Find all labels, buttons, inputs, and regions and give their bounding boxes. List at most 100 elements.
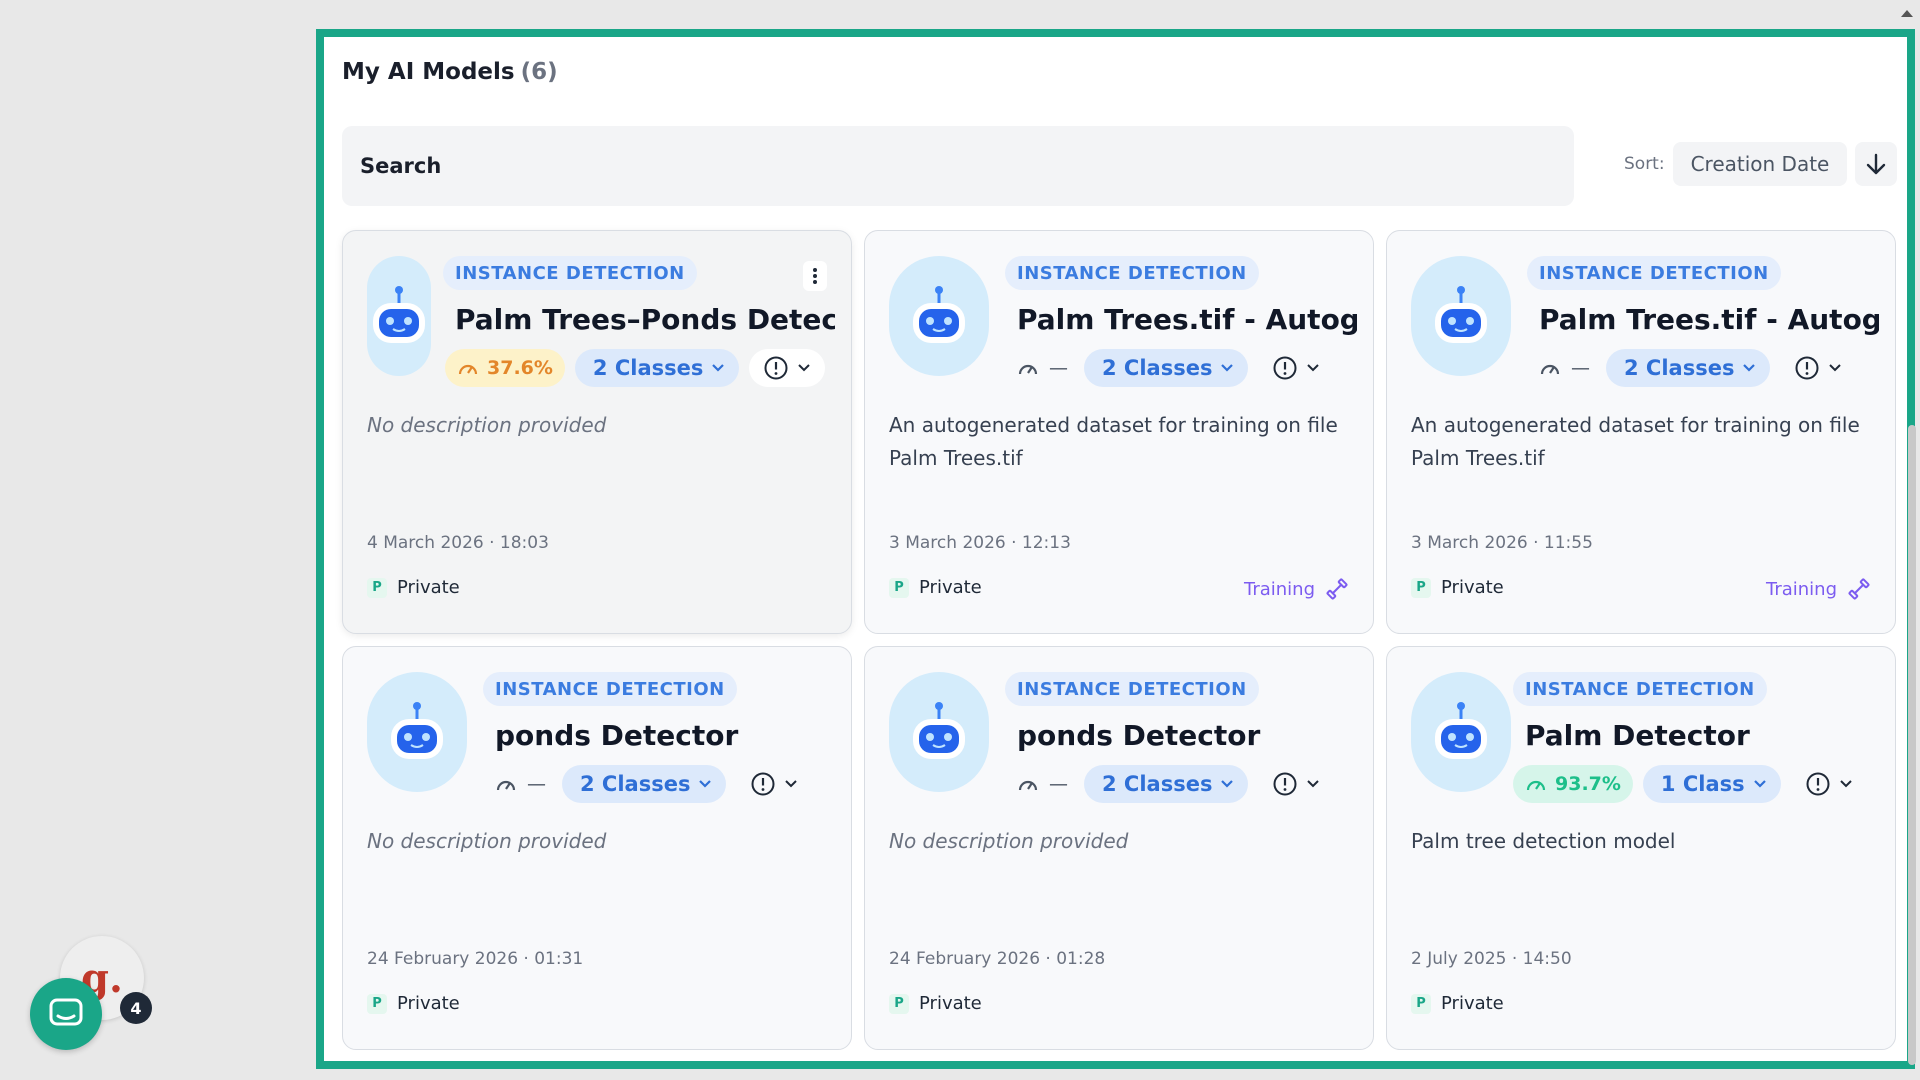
private-icon: P (1411, 577, 1431, 598)
model-description: An autogenerated dataset for training on… (1411, 413, 1860, 470)
chevron-down-icon (1307, 364, 1320, 372)
private-icon: P (889, 577, 909, 598)
model-card[interactable]: INSTANCE DETECTION Palm Detector 93.7% 1… (1386, 646, 1896, 1050)
classes-dropdown[interactable]: 2 Classes (574, 349, 740, 387)
robot-icon (1411, 672, 1511, 792)
model-type-tag: INSTANCE DETECTION (1527, 256, 1781, 290)
model-card[interactable]: INSTANCE DETECTION ponds Detector — 2 Cl… (342, 646, 852, 1050)
page-title-text: My AI Models (342, 59, 515, 85)
accuracy-value: — (527, 773, 546, 795)
model-card[interactable]: INSTANCE DETECTION Palm Trees.tif - Auto… (1386, 230, 1896, 634)
search-input[interactable]: Search (342, 126, 1574, 206)
accuracy-badge: 37.6% (445, 349, 565, 387)
model-card[interactable]: INSTANCE DETECTION ponds Detector — 2 Cl… (864, 646, 1374, 1050)
chevron-down-icon (1307, 780, 1320, 788)
scroll-up-icon[interactable] (1900, 3, 1914, 22)
notification-badge: 4 (120, 992, 152, 1024)
info-dropdown[interactable] (1780, 349, 1856, 387)
models-panel: My AI Models (6) Search Sort: Creation Da… (316, 29, 1915, 1069)
classes-dropdown[interactable]: 2 Classes (1606, 349, 1771, 387)
chevron-down-icon (1829, 364, 1842, 372)
model-name: Palm Trees.tif - Autogene (1539, 303, 1879, 336)
info-dropdown[interactable] (749, 349, 826, 387)
accuracy-value: — (1571, 357, 1590, 379)
model-type-tag: INSTANCE DETECTION (1513, 672, 1767, 706)
privacy-label: Private (1441, 993, 1504, 1014)
training-status: Training (1766, 577, 1871, 601)
privacy-status: P Private (367, 993, 460, 1014)
privacy-label: Private (919, 993, 982, 1014)
info-dropdown[interactable] (1791, 765, 1867, 803)
dumbbell-icon (1326, 578, 1348, 600)
info-icon (1273, 356, 1297, 380)
robot-icon (889, 256, 989, 376)
accuracy-badge: — (1539, 349, 1596, 387)
chevron-down-icon (785, 780, 798, 788)
model-description: No description provided (367, 413, 607, 437)
created-date: 3 March 2026 · 12:13 (889, 533, 1071, 553)
model-name: ponds Detector (1017, 719, 1261, 752)
created-date: 4 March 2026 · 18:03 (367, 533, 549, 553)
chat-icon (49, 998, 83, 1026)
info-dropdown[interactable] (1258, 765, 1334, 803)
model-count: (6) (520, 59, 558, 85)
model-metrics: 93.7% 1 Class (1513, 765, 1867, 803)
classes-label: 2 Classes (1624, 356, 1735, 380)
more-options-icon[interactable] (803, 261, 827, 291)
accuracy-badge: 93.7% (1513, 765, 1633, 803)
accuracy-badge: — (495, 765, 552, 803)
privacy-status: P Private (367, 577, 460, 598)
privacy-label: Private (1441, 577, 1504, 598)
classes-dropdown[interactable]: 2 Classes (1084, 349, 1249, 387)
classes-dropdown[interactable]: 1 Class (1642, 765, 1781, 803)
created-date: 2 July 2025 · 14:50 (1411, 949, 1572, 969)
classes-label: 1 Class (1660, 772, 1745, 796)
model-type-tag: INSTANCE DETECTION (1005, 672, 1259, 706)
info-dropdown[interactable] (736, 765, 812, 803)
classes-dropdown[interactable]: 2 Classes (1084, 765, 1249, 803)
info-dropdown[interactable] (1258, 349, 1334, 387)
accuracy-value: 37.6% (487, 357, 553, 379)
sort-direction-button[interactable] (1855, 142, 1898, 186)
privacy-status: P Private (1411, 577, 1504, 598)
scrollbar-thumb[interactable] (1908, 425, 1916, 1065)
model-name: Palm Trees–Ponds Detector (455, 303, 835, 336)
privacy-label: Private (397, 577, 460, 598)
private-icon: P (1411, 993, 1431, 1014)
private-icon: P (889, 993, 909, 1014)
classes-dropdown[interactable]: 2 Classes (562, 765, 727, 803)
accuracy-value: 93.7% (1555, 773, 1621, 795)
model-card[interactable]: INSTANCE DETECTION Palm Trees.tif - Auto… (864, 230, 1374, 634)
chevron-down-icon (1221, 364, 1234, 372)
accuracy-value: — (1049, 773, 1068, 795)
created-date: 3 March 2026 · 11:55 (1411, 533, 1593, 553)
sort-control: Sort: Creation Date (1624, 142, 1898, 186)
info-icon (1795, 356, 1819, 380)
gauge-icon (1526, 780, 1546, 791)
chevron-down-icon (712, 364, 725, 372)
sort-dropdown[interactable]: Creation Date (1672, 142, 1848, 186)
model-metrics: — 2 Classes (495, 765, 812, 803)
dumbbell-icon (1848, 578, 1870, 600)
gauge-icon (1018, 780, 1038, 791)
classes-label: 2 Classes (580, 772, 691, 796)
accuracy-badge: — (1017, 765, 1074, 803)
sort-label: Sort: (1624, 154, 1665, 174)
model-metrics: — 2 Classes (1539, 349, 1856, 387)
page-title: My AI Models (6) (342, 59, 558, 85)
accuracy-badge: — (1017, 349, 1074, 387)
robot-icon (367, 672, 467, 792)
model-card[interactable]: INSTANCE DETECTION Palm Trees–Ponds Dete… (342, 230, 852, 634)
model-metrics: — 2 Classes (1017, 765, 1334, 803)
privacy-label: Private (919, 577, 982, 598)
chevron-down-icon (1221, 780, 1234, 788)
chat-launcher-button[interactable] (30, 978, 102, 1050)
chevron-down-icon (699, 780, 712, 788)
gauge-icon (1540, 364, 1560, 375)
privacy-status: P Private (1411, 993, 1504, 1014)
model-name: Palm Detector (1525, 719, 1750, 752)
info-icon (764, 356, 788, 380)
model-description: No description provided (889, 829, 1129, 853)
model-name: Palm Trees.tif - Autogene (1017, 303, 1357, 336)
model-description: An autogenerated dataset for training on… (889, 413, 1338, 470)
